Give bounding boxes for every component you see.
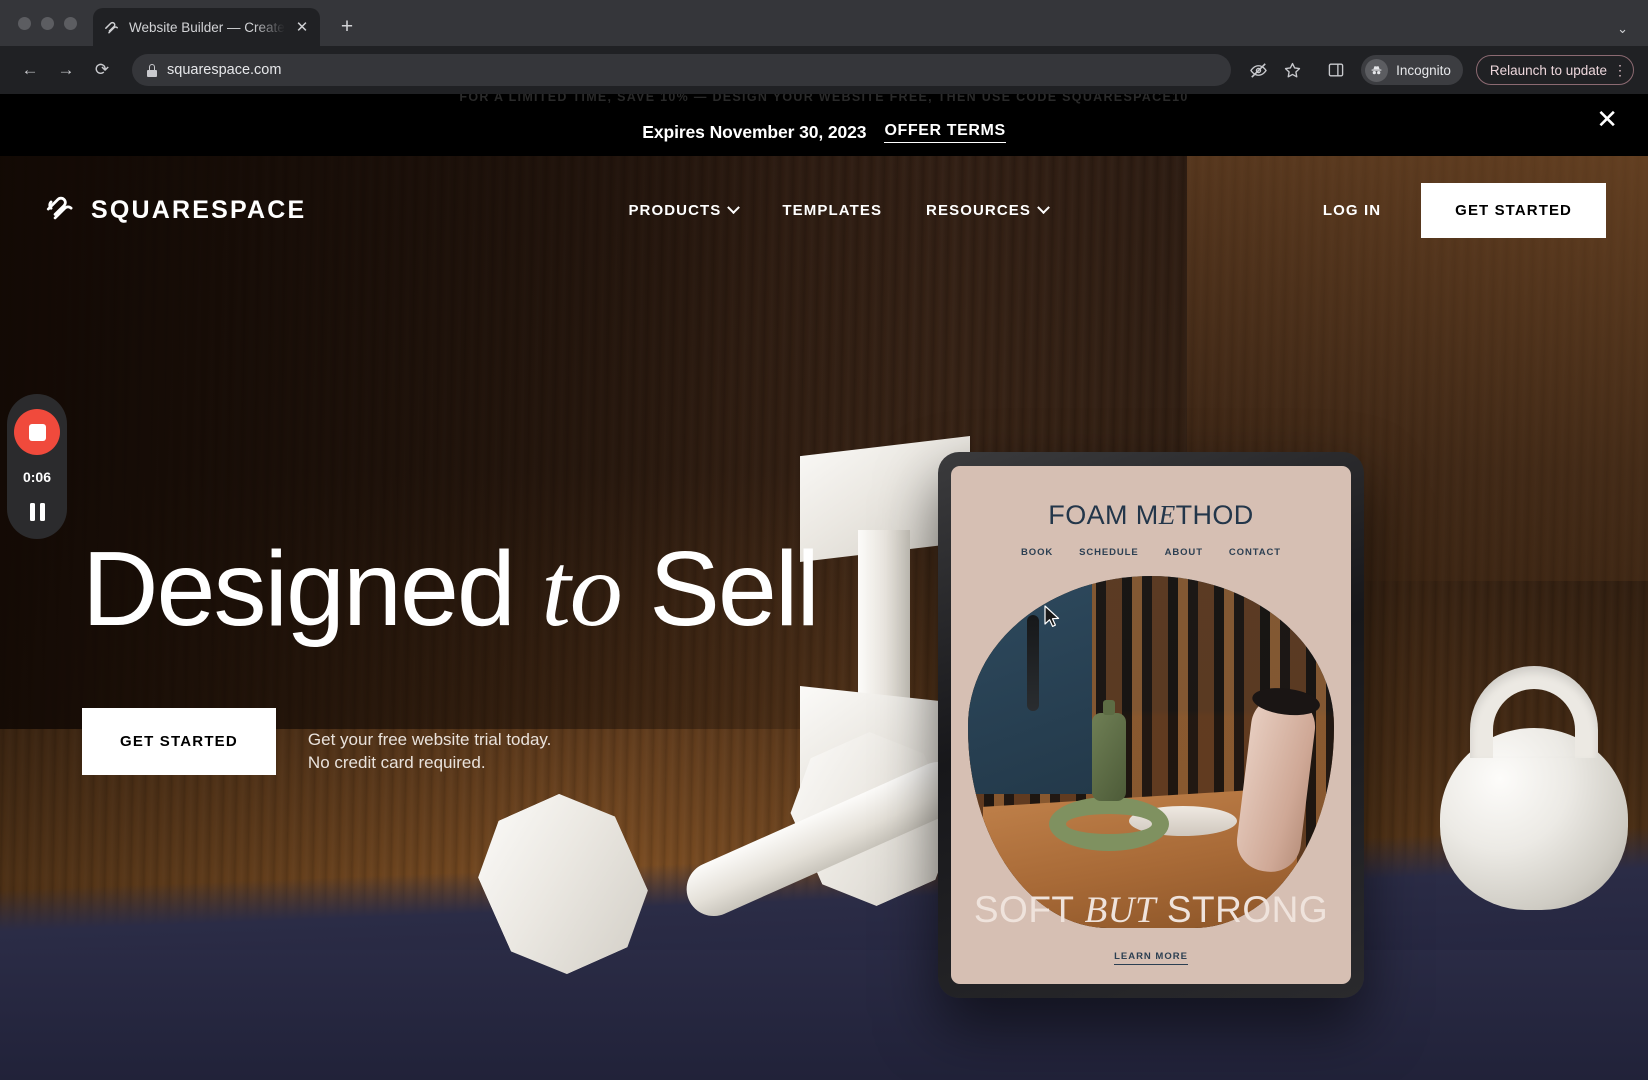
browser-window: Website Builder — Create a W ✕ + ⌄ ← → ⟳… [0, 0, 1648, 1080]
log-in-link[interactable]: LOG IN [1323, 202, 1381, 219]
relaunch-to-update-button[interactable]: Relaunch to update ⋮ [1475, 55, 1634, 85]
brand-name: SQUARESPACE [91, 195, 307, 224]
window-controls[interactable] [14, 0, 93, 46]
template-hero-photo [968, 576, 1334, 928]
get-started-nav-button[interactable]: GET STARTED [1421, 182, 1606, 238]
squarespace-logo-icon [103, 19, 120, 36]
template-learn-more-link[interactable]: LEARN MORE [951, 951, 1351, 965]
template-nav-contact[interactable]: CONTACT [1229, 547, 1281, 558]
browser-toolbar: ← → ⟳ squarespace.com Incognito Relaunch… [0, 46, 1648, 94]
browser-tab[interactable]: Website Builder — Create a W ✕ [93, 8, 320, 46]
template-nav-book[interactable]: BOOK [1021, 547, 1053, 558]
lock-icon [147, 63, 157, 77]
hero-cta-subtext: Get your free website trial today. No cr… [308, 708, 551, 775]
promo-top-line: FOR A LIMITED TIME, SAVE 10% — DESIGN YO… [459, 94, 1189, 104]
headline-part-1: Designed [82, 530, 542, 648]
chevron-down-icon[interactable]: ⌄ [1617, 21, 1628, 37]
hero-headline: Designed to Sell [82, 536, 820, 643]
web-page: FOR A LIMITED TIME, SAVE 10% — DESIGN YO… [0, 94, 1648, 1080]
close-banner-button[interactable]: ✕ [1596, 106, 1618, 132]
promo-expiry-text: Expires November 30, 2023 [642, 121, 867, 142]
get-started-hero-button[interactable]: GET STARTED [82, 708, 276, 775]
nav-item-templates[interactable]: TEMPLATES [782, 202, 882, 219]
tagline-part-1: SOFT [973, 889, 1085, 930]
promo-main-row: Expires November 30, 2023 OFFER TERMS [642, 121, 1006, 143]
incognito-profile-button[interactable]: Incognito [1361, 55, 1463, 85]
offer-terms-link[interactable]: OFFER TERMS [884, 122, 1006, 143]
template-title-part-1: FOAM M [1048, 500, 1159, 530]
maximize-window-button[interactable] [64, 16, 77, 30]
template-title-part-2: THOD [1175, 500, 1254, 530]
relaunch-label: Relaunch to update [1489, 62, 1607, 78]
nav-actions: LOG IN GET STARTED [1323, 182, 1606, 238]
close-tab-button[interactable]: ✕ [294, 20, 310, 35]
nav-item-resources[interactable]: RESOURCES [926, 200, 1050, 219]
close-window-button[interactable] [18, 16, 31, 30]
photo-green-ring [1048, 796, 1169, 851]
cta-sub-line-1: Get your free website trial today. [307, 730, 552, 749]
recording-timer: 0:06 [22, 469, 52, 485]
dumbbell-upper-bar [858, 530, 910, 706]
photo-green-bottle [1092, 700, 1127, 802]
new-tab-button[interactable]: + [334, 16, 360, 37]
hero-section: SQUARESPACE PRODUCTS TEMPLATES RESOURCES [0, 156, 1648, 1080]
mouse-cursor [1044, 605, 1061, 634]
tagline-part-2: STRONG [1156, 889, 1329, 930]
url-text: squarespace.com [167, 62, 282, 78]
tab-title: Website Builder — Create a W [129, 19, 285, 35]
floor-mat-foreground [0, 950, 1648, 1080]
template-nav-schedule[interactable]: SCHEDULE [1079, 547, 1138, 558]
nav-item-products[interactable]: PRODUCTS [628, 200, 741, 219]
promo-banner: FOR A LIMITED TIME, SAVE 10% — DESIGN YO… [0, 94, 1648, 156]
site-logo[interactable]: SQUARESPACE [44, 192, 306, 229]
hero-cta-row: GET STARTED Get your free website trial … [82, 708, 818, 775]
template-tagline: SOFT BUT STRONG [951, 889, 1351, 932]
tab-strip: Website Builder — Create a W ✕ + ⌄ [0, 0, 1648, 46]
template-nav-about[interactable]: ABOUT [1165, 547, 1203, 558]
nav-item-products-label: PRODUCTS [628, 201, 722, 219]
minimize-window-button[interactable] [41, 16, 54, 30]
forward-button[interactable]: → [50, 54, 82, 86]
chevron-down-icon [727, 200, 741, 214]
tagline-italic-word: BUT [1084, 890, 1157, 931]
photo-hanging-rod [1026, 614, 1039, 711]
kettlebell-prop [1440, 666, 1628, 910]
cta-sub-line-2: No credit card required. [307, 753, 486, 773]
back-button[interactable]: ← [14, 54, 46, 86]
star-icon[interactable] [1277, 55, 1307, 85]
incognito-label: Incognito [1396, 62, 1451, 78]
primary-nav-links: PRODUCTS TEMPLATES RESOURCES [628, 200, 1050, 219]
reload-button[interactable]: ⟳ [86, 54, 118, 86]
hero-content: Designed to Sell GET STARTED Get your fr… [82, 536, 820, 775]
template-title-italic: E [1158, 500, 1176, 530]
eye-slash-icon[interactable] [1243, 55, 1273, 85]
nav-item-templates-label: TEMPLATES [782, 201, 883, 219]
side-panel-icon[interactable] [1321, 55, 1351, 85]
squarespace-logo-icon [44, 192, 76, 229]
pause-recording-button[interactable] [29, 503, 45, 521]
template-nav: BOOK SCHEDULE ABOUT CONTACT [1021, 547, 1281, 558]
headline-italic-word: to [541, 531, 622, 648]
screen-recorder-widget: 0:06 [7, 394, 67, 539]
nav-item-resources-label: RESOURCES [926, 201, 1031, 219]
tablet-mockup: FOAM METHOD BOOK SCHEDULE ABOUT CONTACT [938, 452, 1364, 998]
learn-more-label: LEARN MORE [1114, 951, 1188, 965]
chevron-down-icon [1037, 200, 1050, 214]
stop-recording-button[interactable] [14, 409, 60, 455]
browser-menu-button[interactable]: ⋮ [1613, 63, 1627, 77]
headline-part-2: Sell [621, 530, 820, 648]
address-bar[interactable]: squarespace.com [132, 54, 1232, 86]
tablet-screen: FOAM METHOD BOOK SCHEDULE ABOUT CONTACT [951, 466, 1351, 984]
site-navigation: SQUARESPACE PRODUCTS TEMPLATES RESOURCES [0, 156, 1648, 264]
incognito-hat-icon [1365, 58, 1389, 82]
template-site-title: FOAM METHOD [1048, 500, 1253, 531]
